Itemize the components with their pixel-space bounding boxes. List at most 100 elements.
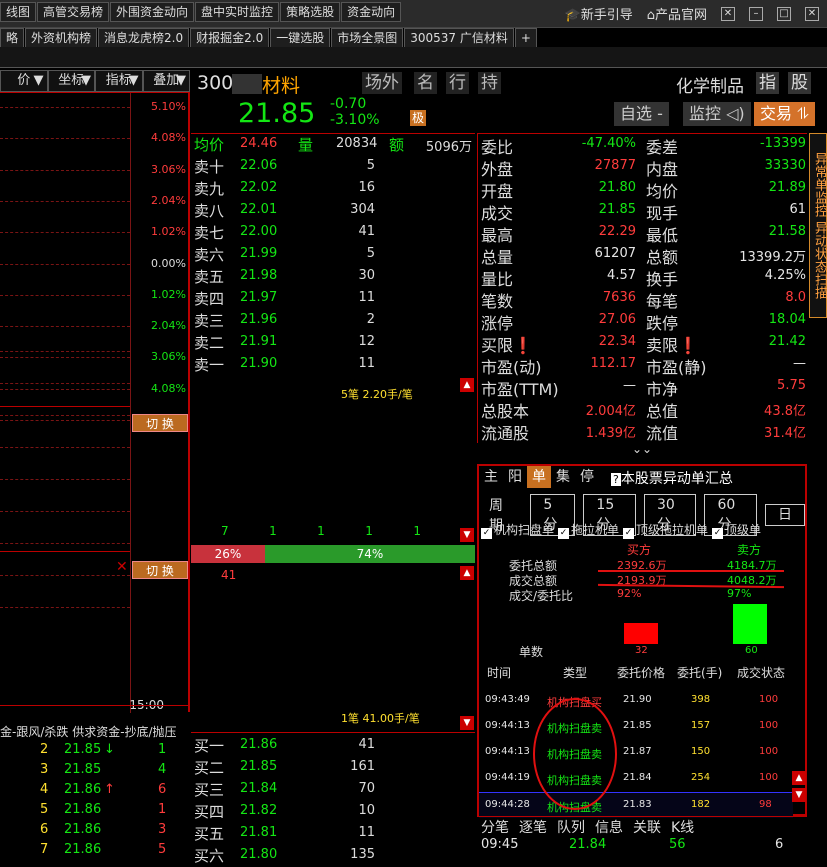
buy-ratio: 26% xyxy=(191,545,265,563)
maximize-icon[interactable]: □ xyxy=(777,6,791,21)
stat-row: 最高 22.29 最低 21.58 xyxy=(481,224,806,245)
grid-line xyxy=(0,357,130,359)
switch-button[interactable]: 切 换 xyxy=(132,561,188,579)
anomaly-tab[interactable]: 主 xyxy=(479,466,503,488)
minimize-icon[interactable]: – xyxy=(749,6,763,21)
table-row[interactable]: 09:44:19 机构扫盘卖 21.84 254 100 xyxy=(479,766,793,792)
switch-button[interactable]: 切 换 xyxy=(132,414,188,432)
table-header: 类型 xyxy=(563,666,588,680)
buy-order-note: 1笔 41.00手/笔 xyxy=(341,712,420,725)
pct-tick: 4.08% xyxy=(151,131,186,145)
bottom-tab[interactable]: 逐笔 xyxy=(519,817,547,837)
anomaly-tab[interactable]: 阳 xyxy=(503,466,527,488)
top-tab[interactable]: 线图 xyxy=(0,2,37,22)
scroll-up-icon[interactable]: ▲ xyxy=(460,566,474,580)
order-type-checkbox[interactable]: ✓ 机构扫盘单 xyxy=(481,521,554,539)
quote-tag-button[interactable]: 场外 xyxy=(362,72,402,94)
top-tab[interactable]: 盘中实时监控 xyxy=(195,2,280,22)
stock-button[interactable]: 股 xyxy=(788,72,811,94)
scroll-up-icon[interactable]: ▲ xyxy=(460,378,474,392)
checkbox-icon: ✓ xyxy=(481,528,492,539)
chart-menu-item[interactable]: 指标 ▼ xyxy=(95,70,143,92)
order-book-sell: 均价 24.46 量 20834 额 5096万 卖十 22.06 5 卖九 22.02… xyxy=(191,133,475,378)
quote-tag-button[interactable]: 名 xyxy=(414,72,437,94)
quote-tag-button[interactable]: 行 xyxy=(446,72,469,94)
pct-tick: 1.02% xyxy=(151,287,186,301)
top-tab[interactable]: 高管交易榜 xyxy=(37,2,110,22)
anomaly-title: ? 本股票异动单汇总 xyxy=(611,471,733,487)
grid-line xyxy=(0,169,130,171)
cap-icon: 🎓 xyxy=(564,8,581,23)
chart-menu-item[interactable]: 叠加 ▼ xyxy=(142,70,190,92)
stock-code: 300 xyxy=(197,72,234,94)
period-option[interactable]: 日 xyxy=(764,504,805,526)
anomaly-tab[interactable]: 单 xyxy=(527,466,551,488)
trade-button[interactable]: 交易 ⥮ xyxy=(754,102,815,126)
expand-icon[interactable]: ⌄⌄ xyxy=(632,442,652,456)
scroll-down-icon[interactable]: ▼ xyxy=(460,528,474,542)
site-link[interactable]: ⌂产品官网 xyxy=(647,4,707,23)
top-tab[interactable]: 外围资金动向 xyxy=(110,2,195,22)
top-tab[interactable]: + xyxy=(514,28,537,48)
buy-level: 买六 21.80 135 xyxy=(194,847,375,865)
top-tab[interactable]: 略 xyxy=(0,28,25,48)
divider xyxy=(0,551,130,552)
stat-row: 总股本 2.004亿 总值 43.8亿 xyxy=(481,402,806,421)
home-icon: ⌂ xyxy=(646,8,655,23)
order-type-checkbox[interactable]: ✓ 顶级单 xyxy=(712,521,761,539)
anomaly-tab[interactable]: 集 xyxy=(551,466,575,488)
bottom-tab[interactable]: 分笔 xyxy=(481,817,509,837)
table-row[interactable]: 09:44:13 机构扫盘卖 21.87 150 100 xyxy=(479,740,793,766)
bottom-tab[interactable]: K线 xyxy=(671,817,694,837)
top-tab[interactable]: 市场全景图 xyxy=(331,28,404,48)
help-icon[interactable]: ? xyxy=(611,473,621,486)
scroll-down-icon[interactable]: ▼ xyxy=(460,716,474,730)
index-button[interactable]: 指 xyxy=(756,72,779,94)
top-tab[interactable]: 财报掘金2.0 xyxy=(190,28,270,48)
pct-tick: 2.04% xyxy=(151,193,186,207)
top-tab[interactable]: 消息龙虎榜2.0 xyxy=(98,28,190,48)
chart-menu-item[interactable]: 坐标 ▼ xyxy=(47,70,95,92)
sell-ratio: 74% xyxy=(264,545,475,563)
dropdown-icon: ▼ xyxy=(176,73,186,88)
buy-sell-ratio-bar: 26% 74% xyxy=(191,545,475,563)
sell-count-bar xyxy=(733,604,767,644)
checkbox-icon: ✓ xyxy=(712,528,724,539)
table-row[interactable]: 09:44:28 机构扫盘卖 21.83 182 98 xyxy=(479,792,793,818)
top-tab[interactable]: 一键选股 xyxy=(270,28,331,48)
bottom-tab[interactable]: 关联 xyxy=(633,817,661,837)
side-tab-anomaly[interactable]: 异常单监控 异动状态扫描 xyxy=(809,133,827,318)
pct-tick: 0.00% xyxy=(151,256,186,270)
quote-tag-button[interactable]: 持 xyxy=(478,72,501,94)
close-window-icon[interactable]: ✕ xyxy=(805,6,819,21)
sell-level: 卖一 21.90 11 xyxy=(194,356,375,374)
count-value: 1 xyxy=(413,524,421,538)
bottom-tab[interactable]: 信息 xyxy=(595,817,623,837)
watchlist-button[interactable]: 自选 - xyxy=(614,102,669,126)
chart-menu-item[interactable]: 价 ▼ xyxy=(0,70,48,92)
table-row[interactable]: 09:43:49 机构扫盘买 21.90 398 100 xyxy=(479,688,793,714)
guide-link[interactable]: 🎓新手引导 xyxy=(565,4,633,23)
order-type-checkbox[interactable]: ✓ 顶级拖拉机单 xyxy=(623,521,708,539)
monitor-button[interactable]: 监控 ◁) xyxy=(683,102,751,126)
top-tab[interactable]: 资金动向 xyxy=(341,2,402,22)
stat-row: 量比 4.57 换手 4.25% xyxy=(481,268,806,289)
scroll-up-icon[interactable]: ▲ xyxy=(792,771,806,785)
top-tab[interactable]: 外资机构榜 xyxy=(25,28,98,48)
grid-line xyxy=(0,447,130,448)
close-icon[interactable]: ✕ xyxy=(116,559,128,575)
bottom-tab[interactable]: 队列 xyxy=(557,817,585,837)
sell-level: 卖三 21.96 2 xyxy=(194,312,375,330)
table-row[interactable]: 09:44:13 机构扫盘卖 21.85 157 100 xyxy=(479,714,793,740)
order-type-checkbox[interactable]: ✓ 拖拉机单 xyxy=(558,521,619,539)
top-tab[interactable]: 策略选股 xyxy=(280,2,341,22)
close-box-icon[interactable]: ✕ xyxy=(721,6,735,21)
top-tab[interactable]: 300537 广信材料 xyxy=(404,28,514,48)
anomaly-tab[interactable]: 停 xyxy=(575,466,599,488)
list-item: 5 21.86 1 xyxy=(40,802,167,817)
toolbar-right: 🎓新手引导 ⌂产品官网 ✕ – □ ✕ xyxy=(565,4,819,23)
grid-line xyxy=(0,511,130,512)
scroll-down-icon[interactable]: ▼ xyxy=(792,788,806,802)
sell-level: 卖二 21.91 12 xyxy=(194,334,375,352)
stat-row: 开盘 21.80 均价 21.89 xyxy=(481,180,806,201)
